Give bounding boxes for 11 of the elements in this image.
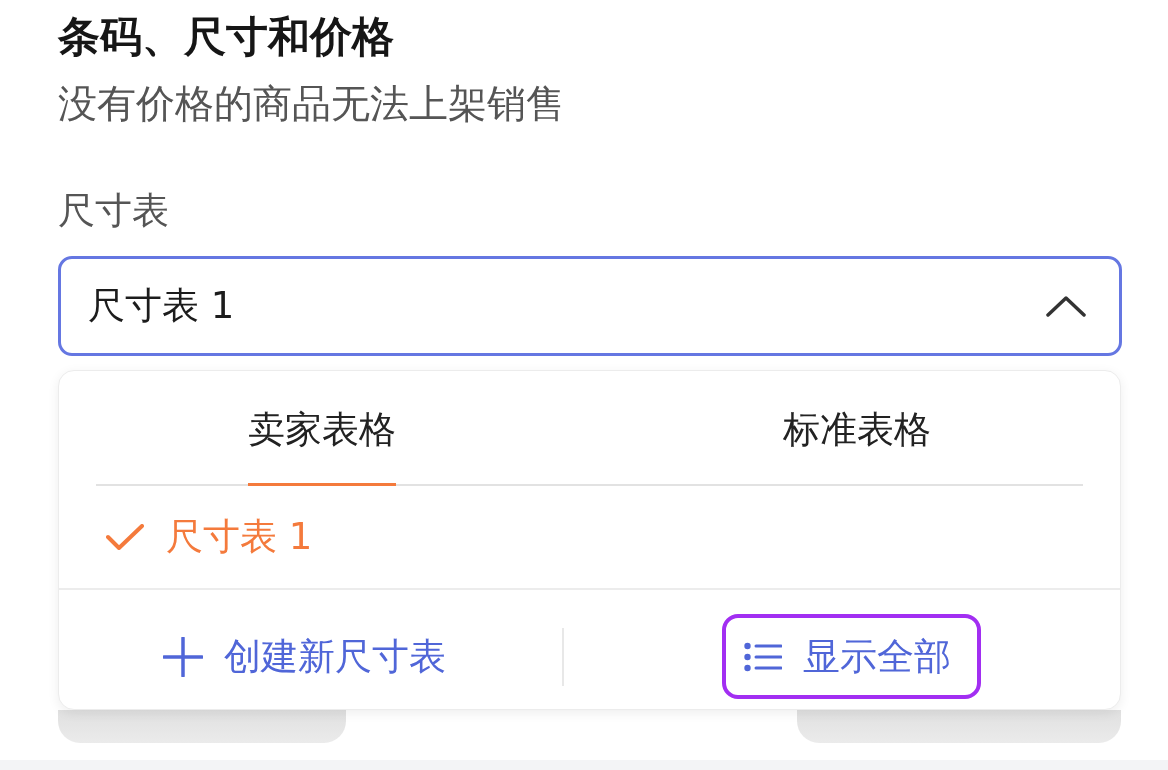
list-icon: [743, 641, 782, 672]
section-subtitle: 没有价格的商品无法上架销售: [58, 80, 565, 128]
show-all-button[interactable]: 显示全部: [721, 614, 981, 699]
plus-icon: [163, 636, 203, 677]
field-label: 尺寸表: [58, 188, 169, 234]
size-chart-select[interactable]: 尺寸表 1: [58, 256, 1122, 356]
create-size-chart-button[interactable]: 创建新尺寸表: [159, 614, 476, 699]
dropdown-tab[interactable]: 标准表格: [783, 371, 931, 486]
check-icon: [106, 524, 144, 550]
section-title: 条码、尺寸和价格: [58, 12, 394, 62]
dropdown-tab[interactable]: 卖家表格: [248, 371, 396, 486]
